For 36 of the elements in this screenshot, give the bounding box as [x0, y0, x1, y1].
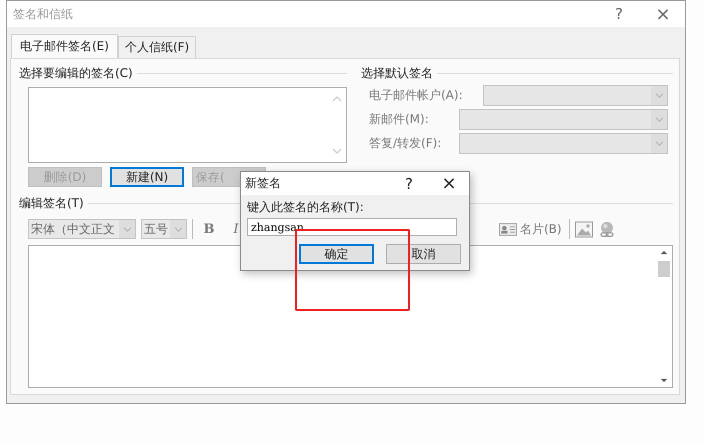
account-dropdown[interactable] [483, 85, 668, 106]
chevron-down-icon [654, 117, 664, 122]
close-button[interactable]: × [429, 172, 469, 196]
size-dropdown[interactable]: 五号 [141, 219, 187, 239]
help-button[interactable]: ? [597, 2, 641, 26]
scroll-down-icon[interactable] [660, 378, 668, 383]
bold-button[interactable]: B [198, 222, 220, 236]
picture-icon[interactable] [574, 220, 593, 238]
field-label: 答复/转发(F): [369, 135, 442, 152]
field-label: 键入此签名的名称(T): [247, 199, 365, 216]
chevron-down-icon [122, 226, 132, 232]
help-button[interactable]: ? [389, 172, 429, 196]
account-dropdown[interactable] [459, 133, 668, 154]
chevron-down-icon [654, 141, 664, 146]
section-heading: 编辑签名(T) [19, 195, 84, 212]
window-title: 签名和信纸 [13, 6, 73, 22]
section-heading: 选择要编辑的签名(C) [19, 65, 133, 82]
italic-button[interactable]: I [225, 222, 247, 236]
dialog-button[interactable]: 取消 [386, 244, 461, 264]
tab[interactable]: 电子邮件签名(E) [11, 34, 118, 58]
list-button[interactable]: 新建(N) [110, 167, 184, 187]
font-dropdown[interactable]: 宋体（中文正文 [28, 219, 136, 239]
scroll-up-icon[interactable] [660, 250, 668, 255]
close-button[interactable]: × [641, 2, 685, 26]
chevron-down-icon [654, 93, 664, 98]
field-label: 电子邮件帐户(A): [369, 87, 459, 104]
dialog-button[interactable]: 确定 [299, 244, 374, 264]
business-card-button[interactable]: 名片(B) [497, 220, 564, 238]
field-label: 新邮件(M): [369, 111, 430, 128]
card-icon [499, 222, 517, 236]
hyperlink-icon[interactable] [598, 220, 616, 238]
section-heading: 选择默认签名 [361, 65, 433, 82]
account-dropdown[interactable] [459, 109, 668, 130]
chevron-down-icon [174, 226, 182, 232]
scroll-thumb[interactable] [658, 261, 670, 277]
tab[interactable]: 个人信纸(F) [118, 36, 196, 58]
